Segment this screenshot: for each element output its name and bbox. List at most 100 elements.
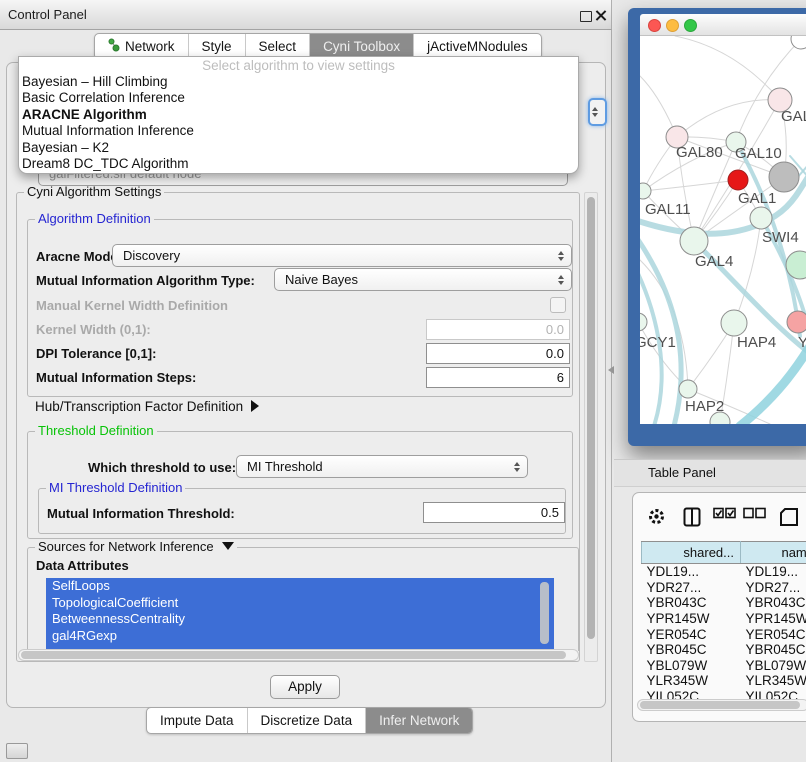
table-panel-header: Table Panel	[614, 459, 806, 487]
mi-threshold-group-title: MI Threshold Definition	[46, 480, 185, 495]
network-node-label: GAL80	[676, 144, 723, 161]
collapse-down-icon	[222, 542, 234, 550]
network-node[interactable]	[721, 310, 747, 336]
threshold-definition-title: Threshold Definition	[35, 423, 157, 438]
dpi-tolerance-label: DPI Tolerance [0,1]:	[36, 346, 156, 361]
select-all-icon[interactable]	[713, 507, 737, 522]
algorithm-option-basic-correlation-inference[interactable]: Basic Correlation Inference	[19, 90, 578, 106]
network-node-label: GAL	[781, 108, 806, 125]
network-icon	[108, 38, 120, 55]
sources-title[interactable]: Sources for Network Inference	[35, 539, 237, 554]
network-node[interactable]	[787, 311, 806, 333]
split-columns-icon[interactable]	[683, 507, 701, 530]
aracne-mode-label: Aracne Mode:	[36, 249, 122, 264]
mi-threshold-field[interactable]: 0.5	[423, 502, 565, 523]
table-row[interactable]: YBR043CYBR043C	[642, 595, 806, 611]
panel-splitter-arrow[interactable]	[608, 366, 614, 374]
table-row[interactable]: YPR145WYPR145W9.	[642, 611, 806, 627]
network-edge	[677, 100, 780, 137]
table-hscrollbar[interactable]	[637, 699, 806, 711]
network-node[interactable]	[728, 170, 748, 190]
attribute-item-betweennesscentrality[interactable]: BetweennessCentrality	[46, 611, 554, 628]
attribute-item-topologicalcoefficient[interactable]: TopologicalCoefficient	[46, 595, 554, 612]
minimized-window-icon[interactable]	[6, 743, 28, 759]
which-threshold-combo[interactable]: MI Threshold	[236, 455, 528, 478]
algorithm-option-aracne-algorithm[interactable]: ARACNE Algorithm	[19, 107, 578, 123]
network-node[interactable]	[679, 380, 697, 398]
network-node-label: GAL10	[735, 145, 782, 162]
manual-kernel-width-checkbox[interactable]	[550, 297, 566, 313]
hub-section-toggle[interactable]: Hub/Transcription Factor Definition	[35, 399, 259, 414]
table-panel-title: Table Panel	[648, 465, 716, 480]
network-node[interactable]	[680, 227, 708, 255]
table-row[interactable]: YER054CYER054C8.	[642, 626, 806, 642]
minimize-traffic-icon[interactable]	[666, 19, 679, 32]
tab-infer-network[interactable]: Infer Network	[366, 708, 472, 733]
aracne-mode-combo[interactable]: Discovery	[112, 244, 572, 267]
table-row[interactable]: YDL19...YDL19...13	[642, 564, 806, 580]
network-node[interactable]	[640, 313, 647, 331]
network-canvas[interactable]: GALGAL80GAL10GAL1GAL11SWI4GAL4GCY1HAP4YH…	[640, 36, 806, 424]
attribute-item-selfloops[interactable]: SelfLoops	[46, 578, 554, 595]
attributes-scrollbar[interactable]	[540, 582, 549, 644]
threshold-definition-group: Threshold Definition Which threshold to …	[27, 431, 573, 539]
node-table: shared...nameA YDL19...YDL19...13YDR27..…	[641, 541, 806, 703]
algorithm-dropdown-list: Bayesian – Hill ClimbingBasic Correlatio…	[19, 74, 578, 172]
dpi-tolerance-field[interactable]: 0.0	[426, 343, 570, 364]
table-row[interactable]: YLR345WYLR345W9.	[642, 673, 806, 689]
network-node-label: HAP4	[737, 334, 776, 351]
network-node-label: GAL4	[695, 253, 733, 270]
mi-threshold-group: MI Threshold Definition Mutual Informati…	[38, 488, 566, 534]
cyni-algorithm-settings-title: Cyni Algorithm Settings	[24, 184, 164, 199]
attribute-item-gal4rgexp[interactable]: gal4RGexp	[46, 628, 554, 645]
network-node[interactable]	[769, 162, 799, 192]
cyni-bottom-tabbar: Impute DataDiscretize DataInfer Network	[146, 707, 473, 734]
network-node-label: HAP2	[685, 398, 724, 415]
control-panel-titlebar: Control Panel	[0, 0, 612, 30]
network-canvas-svg: GALGAL80GAL10GAL1GAL11SWI4GAL4GCY1HAP4YH…	[640, 36, 806, 424]
algorithm-option-dream8-dc-tdc-algorithm[interactable]: Dream8 DC_TDC Algorithm	[19, 156, 578, 172]
gear-icon[interactable]	[647, 507, 666, 529]
expand-right-icon	[251, 400, 259, 412]
mi-algorithm-type-combo[interactable]: Naive Bayes	[274, 268, 572, 291]
zoom-traffic-icon[interactable]	[684, 19, 697, 32]
algorithm-combo-stepper[interactable]	[588, 98, 607, 126]
mi-steps-field[interactable]: 6	[426, 367, 570, 388]
float-window-icon[interactable]	[580, 11, 592, 22]
close-traffic-icon[interactable]	[648, 19, 661, 32]
algorithm-dropdown-popup: Select algorithm to view settings Bayesi…	[18, 56, 579, 174]
table-row[interactable]: YDR27...YDR27...12	[642, 580, 806, 596]
algorithm-option-bayesian-hill-climbing[interactable]: Bayesian – Hill Climbing	[19, 74, 578, 90]
network-node-label: SWI4	[762, 229, 799, 246]
table-row[interactable]: YBR045CYBR045C9.	[642, 642, 806, 658]
close-icon[interactable]	[595, 9, 607, 21]
algorithm-option-bayesian-k2[interactable]: Bayesian – K2	[19, 140, 578, 156]
deselect-all-icon[interactable]	[743, 507, 767, 522]
network-node[interactable]	[750, 207, 772, 229]
kernel-width-field[interactable]: 0.0	[426, 319, 570, 340]
tab-impute-data[interactable]: Impute Data	[147, 708, 248, 733]
which-threshold-label: Which threshold to use:	[88, 460, 236, 475]
data-attributes-label: Data Attributes	[36, 558, 129, 573]
table-row[interactable]: YBL079WYBL079W	[642, 658, 806, 674]
mi-algorithm-type-label: Mutual Information Algorithm Type:	[36, 273, 255, 288]
settings-hscrollbar[interactable]	[18, 649, 579, 661]
network-node[interactable]	[640, 183, 651, 199]
network-edge	[675, 36, 780, 100]
apply-button[interactable]: Apply	[270, 675, 340, 699]
partial-table-icon[interactable]	[779, 507, 799, 530]
algorithm-dropdown-placeholder: Select algorithm to view settings	[19, 57, 578, 74]
mi-steps-label: Mutual Information Steps:	[36, 370, 196, 385]
control-panel-title: Control Panel	[8, 7, 87, 22]
column-header-shared[interactable]: shared...	[642, 542, 741, 564]
settings-vscrollbar[interactable]	[584, 192, 598, 662]
table-panel-card: shared...nameA YDL19...YDL19...13YDR27..…	[632, 492, 806, 722]
network-edge	[643, 180, 738, 191]
tab-discretize-data[interactable]: Discretize Data	[248, 708, 367, 733]
algorithm-definition-group: Algorithm Definition Aracne Mode: Discov…	[27, 219, 573, 397]
network-node-label: GAL11	[645, 201, 691, 218]
network-node-label: Y	[798, 334, 806, 351]
algorithm-option-mutual-information-inference[interactable]: Mutual Information Inference	[19, 123, 578, 139]
kernel-width-label: Kernel Width (0,1):	[36, 322, 151, 337]
column-header-name[interactable]: name	[741, 542, 806, 564]
